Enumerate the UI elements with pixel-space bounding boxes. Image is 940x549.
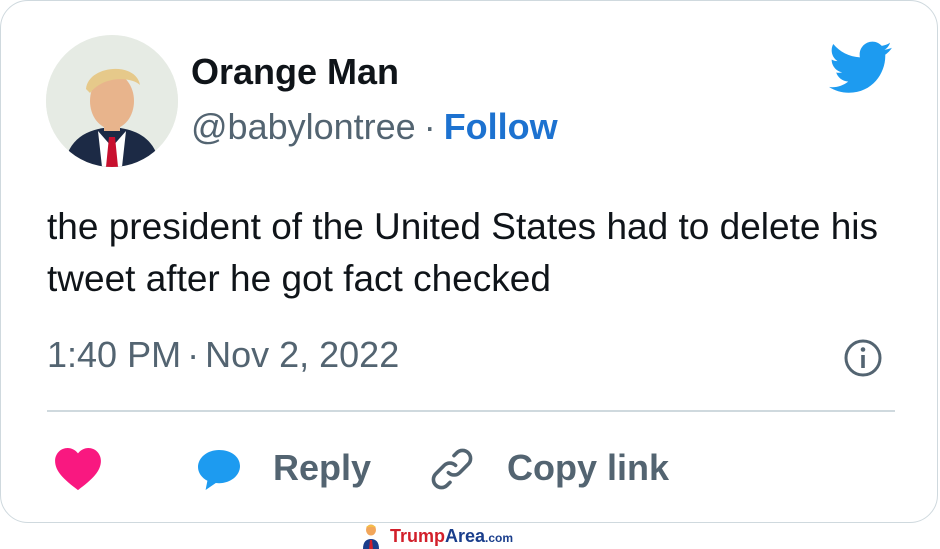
timestamp-separator: · xyxy=(187,334,200,375)
handle-row: @babylontree · Follow xyxy=(191,106,558,148)
avatar[interactable] xyxy=(46,35,178,167)
separator-dot: · xyxy=(423,106,436,147)
watermark-text: TrumpArea.com xyxy=(390,526,513,547)
twitter-bird-icon[interactable] xyxy=(829,41,893,95)
tweet-timestamp[interactable]: 1:40 PM · Nov 2, 2022 xyxy=(47,334,399,376)
author-name[interactable]: Orange Man xyxy=(191,51,399,93)
copy-link-button[interactable]: Copy link xyxy=(507,447,669,489)
heart-icon[interactable] xyxy=(53,445,103,491)
watermark-trump: Trump xyxy=(390,526,446,546)
divider xyxy=(47,410,895,412)
avatar-image xyxy=(46,35,178,167)
reply-bubble-icon[interactable] xyxy=(194,445,244,493)
tweet-text: the president of the United States had t… xyxy=(47,206,879,299)
reply-button[interactable]: Reply xyxy=(273,447,371,489)
tweet-card: Orange Man @babylontree · Follow the presi… xyxy=(0,0,938,523)
watermark-area: Area xyxy=(445,526,486,546)
tweet-time: 1:40 PM xyxy=(47,334,182,375)
link-icon[interactable] xyxy=(427,445,477,493)
watermark: TrumpArea.com xyxy=(358,523,558,549)
author-handle[interactable]: @babylontree xyxy=(191,106,416,147)
watermark-figure-icon xyxy=(363,524,379,549)
follow-button[interactable]: Follow xyxy=(444,106,558,147)
watermark-com: .com xyxy=(485,531,514,545)
tweet-date: Nov 2, 2022 xyxy=(205,334,400,375)
info-icon[interactable] xyxy=(843,338,883,378)
